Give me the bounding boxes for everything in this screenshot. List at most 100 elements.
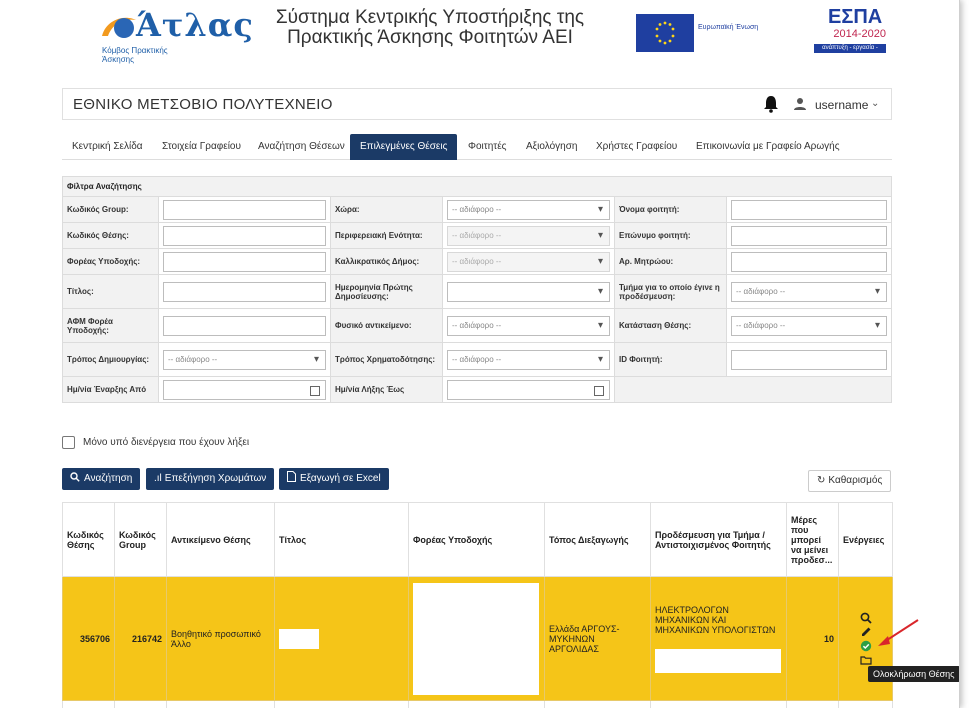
search-filters: Φίλτρα Αναζήτησης Κωδικός Group: Χώρα: -… <box>62 176 892 403</box>
department-text: ΗΛΕΚΤΡΟΛΟΓΩΝ ΜΗΧΑΝΙΚΩΝ ΚΑΙ ΜΗΧΑΝΙΚΩΝ ΥΠΟ… <box>655 604 776 635</box>
pencil-icon[interactable] <box>860 626 872 638</box>
col-actions: Ενέργειες <box>838 502 893 577</box>
system-title: Σύστημα Κεντρικής Υποστήριξης της Πρακτι… <box>260 8 600 48</box>
position-code-input[interactable] <box>163 225 326 246</box>
col-host-org[interactable]: Φορέας Υποδοχής <box>408 502 545 577</box>
espa-years: 2014-2020 <box>833 28 886 40</box>
export-excel-label: Εξαγωγή σε Excel <box>300 473 381 484</box>
atlas-globe-icon <box>102 17 136 38</box>
col-department[interactable]: Προδέσμευση για Τμήμα / Αντιστοιχισμένος… <box>650 502 787 577</box>
cell-title <box>274 576 409 701</box>
tab-office-users[interactable]: Χρήστες Γραφείου <box>586 134 687 160</box>
tab-evaluation[interactable]: Αξιολόγηση <box>516 134 587 160</box>
title-input[interactable] <box>163 281 326 302</box>
dept-preassigned-select[interactable]: -- αδιάφορο -- <box>731 281 887 302</box>
cell-host-org <box>408 576 545 701</box>
end-date-input[interactable] <box>447 379 610 400</box>
bar-chart-icon: .ıl <box>154 473 162 484</box>
funding-method-select[interactable]: -- αδιάφορο -- <box>447 349 610 370</box>
position-status-label: Κατάσταση Θέσης: <box>614 308 727 343</box>
cell-group-code: 216742 <box>114 576 167 701</box>
espa-logo: ΕΣΠΑ 2014-2020 ανάπτυξη - εργασία - αλλη… <box>814 6 886 60</box>
reg-number-label: Αρ. Μητρώου: <box>614 248 727 275</box>
folder-icon[interactable] <box>859 654 872 666</box>
physical-object-select[interactable]: -- αδιάφορο -- <box>447 315 610 336</box>
annotation-arrow-icon <box>878 619 919 646</box>
search-icon <box>70 472 80 482</box>
espa-slogan: ανάπτυξη - εργασία - αλληλεγγύη <box>814 44 886 60</box>
student-surname-input[interactable] <box>731 225 887 246</box>
eu-flag-icon <box>636 14 694 52</box>
municipality-label: Καλλικρατικός Δήμος: <box>330 248 443 275</box>
dept-preassigned-label: Τμήμα για το οποίο έγινε η προδέσμευση: <box>614 274 727 309</box>
eu-label: Ευρωπαϊκή Ένωση <box>698 24 759 31</box>
country-select[interactable]: -- αδιάφορο -- <box>447 199 610 220</box>
clear-button[interactable]: ↻ Καθαρισμός <box>808 470 892 492</box>
table-row <box>62 700 893 708</box>
refresh-icon: ↻ <box>817 475 826 486</box>
tab-office-details[interactable]: Στοιχεία Γραφείου <box>152 134 251 160</box>
host-org-input[interactable] <box>163 251 326 272</box>
app-window: Άτλας Κόμβος Πρακτικής Άσκησης Σύστημα Κ… <box>0 0 960 708</box>
col-position-code[interactable]: Κωδικός Θέσης <box>62 502 115 577</box>
espa-title: ΕΣΠΑ <box>828 6 883 28</box>
col-subject[interactable]: Αντικείμενο Θέσης <box>166 502 275 577</box>
tab-home[interactable]: Κεντρική Σελίδα <box>62 134 153 160</box>
first-pub-date-select[interactable] <box>447 281 610 302</box>
start-date-input[interactable] <box>163 379 326 400</box>
position-code-label: Κωδικός Θέσης: <box>62 222 159 249</box>
system-title-line2: Πρακτικής Άσκησης Φοιτητών ΑΕΙ <box>287 27 573 48</box>
file-icon <box>287 471 296 482</box>
tab-selected-positions[interactable]: Επιλεγμένες Θέσεις <box>350 134 458 160</box>
color-legend-label: Επεξήγηση Χρωμάτων <box>164 473 267 484</box>
color-legend-button[interactable]: .ıl Επεξήγηση Χρωμάτων <box>146 468 275 490</box>
col-location[interactable]: Τόπος Διεξαγωγής <box>544 502 651 577</box>
chevron-down-icon[interactable]: ⌄ <box>871 98 879 109</box>
bell-icon[interactable] <box>763 95 779 113</box>
clear-button-label: Καθαρισμός <box>828 475 883 486</box>
filters-empty-cell <box>614 376 892 403</box>
eu-logo: Ευρωπαϊκή Ένωση <box>636 14 762 52</box>
tab-students[interactable]: Φοιτητές <box>458 134 517 160</box>
redacted-title <box>279 628 319 649</box>
user-menu[interactable]: username <box>815 98 868 112</box>
redacted-student <box>655 648 781 673</box>
logo-title: Άτλας <box>136 6 254 44</box>
student-id-input[interactable] <box>731 349 887 370</box>
host-afm-input[interactable] <box>163 315 326 336</box>
student-name-input[interactable] <box>731 199 887 220</box>
complete-check-icon[interactable] <box>860 640 872 652</box>
physical-object-label: Φυσικό αντικείμενο: <box>330 308 443 343</box>
expired-only-checkbox[interactable]: Μόνο υπό διενέργεια που έχουν λήξει <box>62 436 249 449</box>
tab-helpdesk-contact[interactable]: Επικοινωνία με Γραφείο Αρωγής <box>686 134 850 160</box>
system-title-line1: Σύστημα Κεντρικής Υποστήριξης της <box>275 7 585 28</box>
host-org-label: Φορέας Υποδοχής: <box>62 248 159 275</box>
table-header-row: Κωδικός Θέσης Κωδικός Group Αντικείμενο … <box>62 502 893 577</box>
tooltip-complete-position: Ολοκλήρωση Θέσης <box>868 666 959 682</box>
main-nav: Κεντρική Σελίδα Στοιχεία Γραφείου Αναζήτ… <box>62 134 892 160</box>
search-icon[interactable] <box>860 612 872 624</box>
col-title[interactable]: Τίτλος <box>274 502 409 577</box>
student-name-label: Όνομα φοιτητή: <box>614 196 727 223</box>
atlas-logo[interactable]: Άτλας Κόμβος Πρακτικής Άσκησης <box>48 4 253 64</box>
col-group-code[interactable]: Κωδικός Group <box>114 502 167 577</box>
table-row: 356706 216742 Βοηθητικό προσωπικό Άλλο Ε… <box>62 576 893 701</box>
tab-search-positions[interactable]: Αναζήτηση Θέσεων <box>248 134 355 160</box>
cell-subject: Βοηθητικό προσωπικό Άλλο <box>166 576 275 701</box>
end-date-label: Ημ/νία Λήξης Έως <box>330 376 443 403</box>
results-table: Κωδικός Θέσης Κωδικός Group Αντικείμενο … <box>62 502 893 708</box>
reg-number-input[interactable] <box>731 251 887 272</box>
group-code-input[interactable] <box>163 199 326 220</box>
position-status-select[interactable]: -- αδιάφορο -- <box>731 315 887 336</box>
col-days-left[interactable]: Μέρες που μπορεί να μείνει προδεσ... <box>786 502 839 577</box>
search-button[interactable]: Αναζήτηση <box>62 468 141 490</box>
group-code-label: Κωδικός Group: <box>62 196 159 223</box>
start-date-label: Ημ/νία Έναρξης Από <box>62 376 159 403</box>
user-icon[interactable] <box>793 97 807 111</box>
logo-subtitle: Κόμβος Πρακτικής Άσκησης <box>102 46 168 64</box>
student-surname-label: Επώνυμο φοιτητή: <box>614 222 727 249</box>
checkbox-box[interactable] <box>62 436 75 449</box>
export-excel-button[interactable]: Εξαγωγή σε Excel <box>279 468 389 490</box>
creation-method-select[interactable]: -- αδιάφορο -- <box>163 349 326 370</box>
cell-department: ΗΛΕΚΤΡΟΛΟΓΩΝ ΜΗΧΑΝΙΚΩΝ ΚΑΙ ΜΗΧΑΝΙΚΩΝ ΥΠΟ… <box>650 576 787 701</box>
